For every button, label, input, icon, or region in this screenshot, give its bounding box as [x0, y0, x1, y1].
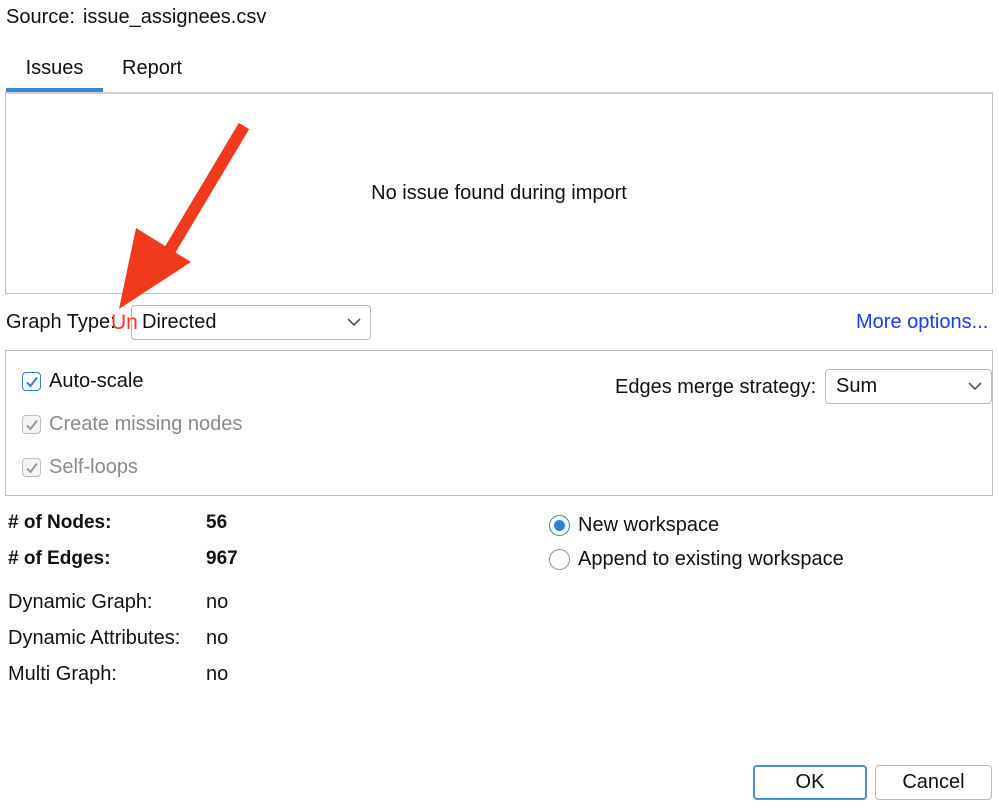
append-workspace-label: Append to existing workspace — [578, 548, 844, 570]
radio-selected-icon — [549, 515, 570, 536]
edges-value: 967 — [206, 548, 238, 569]
source-line: Source: issue_assignees.csv — [6, 6, 266, 29]
edges-merge-dropdown[interactable]: Sum — [825, 369, 992, 404]
tab-report[interactable]: Report — [122, 46, 182, 92]
chevron-down-icon — [968, 381, 982, 390]
new-workspace-radio[interactable]: New workspace — [549, 514, 719, 537]
multi-graph-label: Multi Graph: — [8, 663, 117, 685]
issues-panel: No issue found during import — [5, 92, 993, 294]
ok-button[interactable]: OK — [753, 765, 867, 800]
dynamic-attributes-label: Dynamic Attributes: — [8, 627, 181, 649]
self-loops-label: Self-loops — [49, 456, 138, 478]
issues-message: No issue found during import — [371, 182, 627, 204]
edges-merge-value: Sum — [836, 375, 878, 397]
checkbox-disabled-icon — [22, 415, 41, 434]
radio-unselected-icon — [549, 549, 570, 570]
source-label: Source: — [6, 6, 75, 28]
nodes-value: 56 — [206, 512, 228, 533]
auto-scale-label: Auto-scale — [49, 370, 144, 392]
self-loops-checkbox[interactable]: Self-loops — [22, 456, 138, 479]
chevron-down-icon — [347, 317, 361, 326]
auto-scale-checkbox[interactable]: Auto-scale — [22, 370, 144, 393]
annotation-un: Un — [111, 311, 138, 334]
graph-type-dropdown[interactable]: Directed — [131, 305, 371, 340]
create-missing-nodes-label: Create missing nodes — [49, 413, 243, 435]
source-file: issue_assignees.csv — [82, 6, 267, 28]
edges-merge-label: Edges merge strategy: — [615, 376, 817, 398]
multi-graph-value: no — [206, 663, 229, 685]
cancel-button[interactable]: Cancel — [875, 765, 992, 800]
checkbox-checked-icon — [22, 372, 41, 391]
new-workspace-label: New workspace — [578, 514, 720, 536]
tab-issues[interactable]: Issues — [6, 46, 103, 92]
nodes-label: # of Nodes: — [8, 512, 112, 533]
graph-type-label: Graph Type: — [6, 311, 116, 333]
dynamic-attributes-value: no — [206, 627, 229, 649]
dynamic-graph-label: Dynamic Graph: — [8, 591, 153, 613]
checkbox-disabled-icon — [22, 458, 41, 477]
create-missing-nodes-checkbox[interactable]: Create missing nodes — [22, 413, 242, 436]
edges-label: # of Edges: — [8, 548, 111, 569]
more-options-link[interactable]: More options... — [856, 311, 988, 334]
dynamic-graph-value: no — [206, 591, 229, 613]
graph-type-value: Directed — [142, 311, 217, 333]
append-workspace-radio[interactable]: Append to existing workspace — [549, 548, 844, 571]
